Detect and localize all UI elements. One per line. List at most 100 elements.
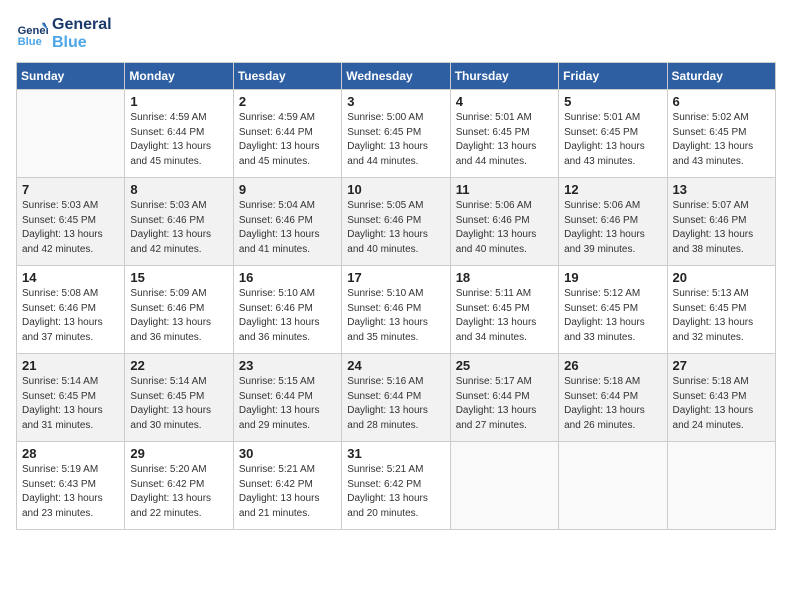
header: General Blue General Blue [16,16,776,52]
day-number: 27 [673,358,770,373]
day-info: Sunrise: 5:10 AM Sunset: 6:46 PM Dayligh… [239,287,336,345]
calendar-cell: 27 Sunrise: 5:18 AM Sunset: 6:43 PM Dayli… [667,354,775,442]
day-number: 16 [239,270,336,285]
calendar-cell: 20Sunrise: 5:13 AM Sunset: 6:45 PM Dayli… [667,266,775,354]
weekday-header: Monday [125,63,233,90]
calendar-cell: 11 Sunrise: 5:06 AM Sunset: 6:46 PM Dayli… [450,178,558,266]
calendar-cell: 12 Sunrise: 5:06 AM Sunset: 6:46 PM Dayli… [559,178,667,266]
day-info: Sunrise: 5:03 AM Sunset: 6:46 PM Dayligh… [130,199,227,257]
day-info: Sunrise: 5:17 AM Sunset: 6:44 PM Dayligh… [456,375,553,433]
day-number: 15 [130,270,227,285]
calendar-cell: 19Sunrise: 5:12 AM Sunset: 6:45 PM Dayli… [559,266,667,354]
day-number: 1 [130,94,227,109]
weekday-header: Wednesday [342,63,450,90]
day-number: 2 [239,94,336,109]
calendar-cell [667,442,775,530]
calendar-cell: 9 Sunrise: 5:04 AM Sunset: 6:46 PM Daylig… [233,178,341,266]
calendar-cell: 18Sunrise: 5:11 AM Sunset: 6:45 PM Dayli… [450,266,558,354]
day-number: 6 [673,94,770,109]
day-info: Sunrise: 5:06 AM Sunset: 6:46 PM Dayligh… [456,199,553,257]
day-info: Sunrise: 5:04 AM Sunset: 6:46 PM Dayligh… [239,199,336,257]
calendar-cell: 16 Sunrise: 5:10 AM Sunset: 6:46 PM Dayli… [233,266,341,354]
day-info: Sunrise: 5:05 AM Sunset: 6:46 PM Dayligh… [347,199,444,257]
calendar-cell: 3Sunrise: 5:00 AM Sunset: 6:45 PM Daylig… [342,90,450,178]
day-info: Sunrise: 5:03 AM Sunset: 6:45 PM Dayligh… [22,199,119,257]
calendar-cell: 23 Sunrise: 5:15 AM Sunset: 6:44 PM Dayli… [233,354,341,442]
svg-text:Blue: Blue [18,36,42,48]
day-info: Sunrise: 5:18 AM Sunset: 6:43 PM Dayligh… [673,375,770,433]
day-number: 8 [130,182,227,197]
calendar-cell: 8 Sunrise: 5:03 AM Sunset: 6:46 PM Daylig… [125,178,233,266]
day-info: Sunrise: 5:20 AM Sunset: 6:42 PM Dayligh… [130,463,227,521]
day-number: 9 [239,182,336,197]
calendar-cell: 5Sunrise: 5:01 AM Sunset: 6:45 PM Daylig… [559,90,667,178]
day-info: Sunrise: 5:06 AM Sunset: 6:46 PM Dayligh… [564,199,661,257]
day-number: 21 [22,358,119,373]
calendar-cell [559,442,667,530]
day-number: 29 [130,446,227,461]
calendar-cell: 26 Sunrise: 5:18 AM Sunset: 6:44 PM Dayli… [559,354,667,442]
day-number: 5 [564,94,661,109]
calendar-cell: 30Sunrise: 5:21 AM Sunset: 6:42 PM Dayli… [233,442,341,530]
calendar-cell: 31 Sunrise: 5:21 AM Sunset: 6:42 PM Dayli… [342,442,450,530]
logo-icon: General Blue [16,18,48,50]
calendar-cell: 22Sunrise: 5:14 AM Sunset: 6:45 PM Dayli… [125,354,233,442]
day-number: 26 [564,358,661,373]
day-number: 14 [22,270,119,285]
calendar-header: SundayMondayTuesdayWednesdayThursdayFrid… [17,63,776,90]
day-number: 23 [239,358,336,373]
day-info: Sunrise: 5:01 AM Sunset: 6:45 PM Dayligh… [456,111,553,169]
day-info: Sunrise: 5:14 AM Sunset: 6:45 PM Dayligh… [130,375,227,433]
day-info: Sunrise: 5:07 AM Sunset: 6:46 PM Dayligh… [673,199,770,257]
day-number: 4 [456,94,553,109]
day-info: Sunrise: 5:15 AM Sunset: 6:44 PM Dayligh… [239,375,336,433]
logo-text-general: General [52,16,112,34]
day-number: 17 [347,270,444,285]
day-number: 24 [347,358,444,373]
calendar-cell: 1 Sunrise: 4:59 AM Sunset: 6:44 PM Daylig… [125,90,233,178]
calendar-cell: 13 Sunrise: 5:07 AM Sunset: 6:46 PM Dayli… [667,178,775,266]
day-number: 13 [673,182,770,197]
calendar-cell: 25Sunrise: 5:17 AM Sunset: 6:44 PM Dayli… [450,354,558,442]
weekday-header: Thursday [450,63,558,90]
day-info: Sunrise: 5:10 AM Sunset: 6:46 PM Dayligh… [347,287,444,345]
day-info: Sunrise: 4:59 AM Sunset: 6:44 PM Dayligh… [239,111,336,169]
day-number: 11 [456,182,553,197]
calendar-cell: 4 Sunrise: 5:01 AM Sunset: 6:45 PM Daylig… [450,90,558,178]
calendar-cell: 29 Sunrise: 5:20 AM Sunset: 6:42 PM Dayli… [125,442,233,530]
logo-text-blue: Blue [52,34,112,52]
day-info: Sunrise: 5:21 AM Sunset: 6:42 PM Dayligh… [347,463,444,521]
calendar-cell: 21 Sunrise: 5:14 AM Sunset: 6:45 PM Dayli… [17,354,125,442]
day-info: Sunrise: 5:08 AM Sunset: 6:46 PM Dayligh… [22,287,119,345]
day-info: Sunrise: 5:16 AM Sunset: 6:44 PM Dayligh… [347,375,444,433]
calendar-cell [450,442,558,530]
day-number: 7 [22,182,119,197]
day-info: Sunrise: 5:12 AM Sunset: 6:45 PM Dayligh… [564,287,661,345]
calendar-cell: 7 Sunrise: 5:03 AM Sunset: 6:45 PM Daylig… [17,178,125,266]
day-info: Sunrise: 4:59 AM Sunset: 6:44 PM Dayligh… [130,111,227,169]
day-number: 10 [347,182,444,197]
weekday-header: Tuesday [233,63,341,90]
weekday-header: Sunday [17,63,125,90]
calendar-cell: 24 Sunrise: 5:16 AM Sunset: 6:44 PM Dayli… [342,354,450,442]
day-info: Sunrise: 5:21 AM Sunset: 6:42 PM Dayligh… [239,463,336,521]
calendar-cell: 10 Sunrise: 5:05 AM Sunset: 6:46 PM Dayli… [342,178,450,266]
day-info: Sunrise: 5:13 AM Sunset: 6:45 PM Dayligh… [673,287,770,345]
weekday-header: Saturday [667,63,775,90]
calendar-cell: 15 Sunrise: 5:09 AM Sunset: 6:46 PM Dayli… [125,266,233,354]
day-number: 18 [456,270,553,285]
day-number: 12 [564,182,661,197]
svg-text:General: General [18,25,48,37]
day-info: Sunrise: 5:00 AM Sunset: 6:45 PM Dayligh… [347,111,444,169]
day-number: 31 [347,446,444,461]
calendar-cell: 17 Sunrise: 5:10 AM Sunset: 6:46 PM Dayli… [342,266,450,354]
day-info: Sunrise: 5:19 AM Sunset: 6:43 PM Dayligh… [22,463,119,521]
day-number: 28 [22,446,119,461]
calendar-table: SundayMondayTuesdayWednesdayThursdayFrid… [16,62,776,530]
calendar-cell: 6Sunrise: 5:02 AM Sunset: 6:45 PM Daylig… [667,90,775,178]
day-info: Sunrise: 5:18 AM Sunset: 6:44 PM Dayligh… [564,375,661,433]
day-info: Sunrise: 5:14 AM Sunset: 6:45 PM Dayligh… [22,375,119,433]
day-info: Sunrise: 5:09 AM Sunset: 6:46 PM Dayligh… [130,287,227,345]
logo: General Blue General Blue [16,16,112,52]
calendar-cell: 14 Sunrise: 5:08 AM Sunset: 6:46 PM Dayli… [17,266,125,354]
